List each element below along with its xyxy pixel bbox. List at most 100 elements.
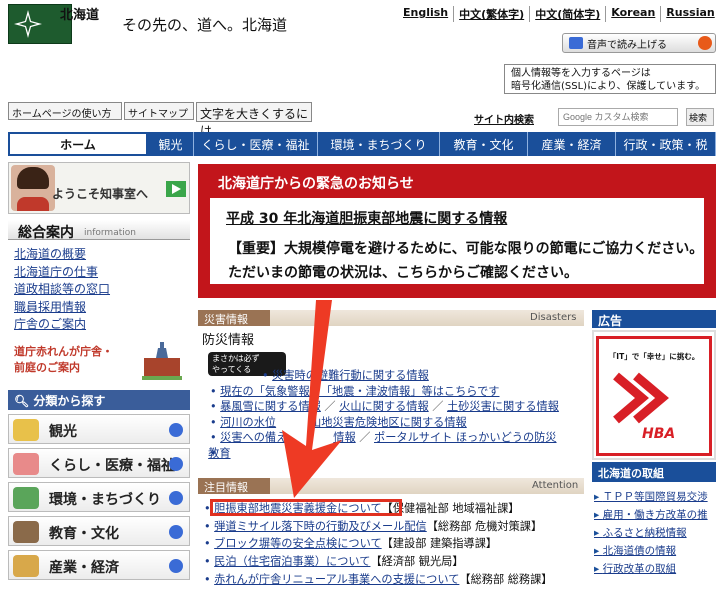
lang-russian[interactable]: Russian bbox=[660, 6, 719, 22]
disaster-en-label: Disasters bbox=[530, 312, 577, 323]
nav-industry[interactable]: 産業・経済 bbox=[528, 132, 616, 156]
lang-zh-tw[interactable]: 中文(繁体字) bbox=[453, 6, 529, 22]
ad-header: 広告 bbox=[592, 310, 716, 328]
lang-zh-cn[interactable]: 中文(简体字) bbox=[529, 6, 605, 22]
main-nav: ホーム 観光 くらし・医療・福祉 環境・まちづくり 教育・文化 産業・経済 行政… bbox=[8, 132, 716, 156]
attention-en-label: Attention bbox=[532, 480, 579, 491]
ad-tagline: 「IT」で「幸せ」に挑む。 bbox=[608, 352, 700, 361]
general-info-title: 総合案内 bbox=[18, 225, 74, 241]
red-brick-banner-line1: 道庁赤れんが庁舎・ bbox=[14, 345, 113, 358]
furusato-tax-link[interactable]: ふるさと納税情報 bbox=[594, 524, 718, 542]
general-info-links: 北海道の概要 北海道庁の仕事 道政相談等の窓口 職員採用情報 庁舎のご案内 bbox=[14, 246, 110, 334]
category-search-title: 分類から探す bbox=[33, 394, 106, 408]
link-consultation[interactable]: 道政相談等の窓口 bbox=[14, 281, 110, 299]
category-search-header: 🔍︎ 分類から探す bbox=[8, 390, 190, 410]
nav-environment[interactable]: 環境・まちづくり bbox=[318, 132, 440, 156]
red-brick-banner-text: 道庁赤れんが庁舎・ 前庭のご案内 bbox=[14, 344, 113, 376]
general-info-subtitle: information bbox=[84, 228, 136, 238]
chevron-right-icon bbox=[169, 525, 183, 539]
dept-label: 【経済部 観光局】 bbox=[370, 555, 464, 569]
read-aloud-button[interactable]: 音声で読み上げる bbox=[562, 33, 716, 53]
chevron-right-icon bbox=[169, 559, 183, 573]
dept-label: 【総務部 危機対策課】 bbox=[426, 519, 543, 533]
site-search-label: サイト内検索 bbox=[474, 115, 534, 126]
lang-korean[interactable]: Korean bbox=[605, 6, 660, 22]
missile-link[interactable]: 弾道ミサイル落下時の行動及びメール配信 bbox=[214, 520, 427, 533]
ssl-notice-line1: 個人情報等を入力するページは bbox=[511, 68, 651, 79]
red-brick-building-icon bbox=[142, 342, 182, 380]
link-recruitment[interactable]: 職員採用情報 bbox=[14, 299, 110, 317]
search-button[interactable]: 検索 bbox=[686, 108, 714, 126]
tourism-icon bbox=[13, 419, 39, 441]
earthquake-info-link[interactable]: 平成 30 年北海道胆振東部地震に関する情報 bbox=[226, 208, 507, 228]
dept-label: 【保健福祉部 地域福祉課】 bbox=[381, 502, 520, 515]
site-name: 北海道 bbox=[60, 8, 100, 23]
initiatives-header: 北海道の取組 bbox=[592, 462, 716, 482]
category-education[interactable]: 教育・文化 bbox=[8, 516, 190, 546]
nav-tourism[interactable]: 観光 bbox=[148, 132, 194, 156]
initiatives-list: ＴＰＰ等国際貿易交渉 雇用・働き方改革の推 ふるさと納税情報 北海道債の情報 行… bbox=[594, 488, 718, 578]
power-saving-notice[interactable]: 【重要】大規模停電を避けるために、可能な限りの節電にご協力ください。 bbox=[228, 238, 703, 258]
tree-icon bbox=[13, 487, 39, 509]
category-industry[interactable]: 産業・経済 bbox=[8, 550, 190, 580]
play-arrow-icon bbox=[166, 181, 186, 197]
admin-reform-link[interactable]: 行政改革の取組 bbox=[594, 560, 718, 578]
list-item: 赤れんが庁舎リニューアル事業への支援について【総務部 総務課】 bbox=[204, 571, 584, 589]
hba-logo-text: HBA bbox=[642, 426, 676, 442]
bosai-portal-link-cont[interactable]: 教育 bbox=[208, 447, 230, 460]
governor-portrait bbox=[11, 165, 55, 211]
tagline: その先の、道へ。北海道 bbox=[122, 16, 288, 34]
category-label: 産業・経済 bbox=[49, 560, 119, 576]
nav-administration[interactable]: 行政・政策・税 bbox=[616, 132, 716, 156]
nav-education[interactable]: 教育・文化 bbox=[440, 132, 528, 156]
dept-label: 【建設部 建築指導課】 bbox=[381, 537, 498, 551]
bosai-portal-link[interactable]: ポータルサイト ほっかいどうの防災 bbox=[374, 431, 557, 444]
industry-icon bbox=[13, 555, 39, 577]
chevron-right-icon bbox=[169, 423, 183, 437]
text-size-button[interactable]: 文字を大きくするには bbox=[196, 102, 312, 138]
read-aloud-label: 音声で読み上げる bbox=[587, 39, 667, 51]
category-label: くらし・医療・福祉 bbox=[49, 458, 175, 474]
disaster-prevention-title: 防災情報 bbox=[202, 333, 255, 348]
renewal-link[interactable]: 赤れんが庁舎リニューアル事業への支援について bbox=[214, 573, 459, 586]
sitemap-button[interactable]: サイトマップ bbox=[124, 102, 194, 120]
employment-reform-link[interactable]: 雇用・働き方改革の推 bbox=[594, 506, 718, 524]
category-label: 環境・まちづくり bbox=[49, 492, 161, 508]
block-wall-link[interactable]: ブロック塀等の安全点検について bbox=[214, 537, 381, 550]
list-item: 弾道ミサイル落下時の行動及びメール配信【総務部 危機対策課】 bbox=[204, 518, 584, 536]
nav-home[interactable]: ホーム bbox=[8, 132, 148, 156]
speaker-icon bbox=[569, 37, 583, 49]
chevron-right-icon bbox=[169, 491, 183, 505]
category-living[interactable]: くらし・医療・福祉 bbox=[8, 448, 190, 478]
emergency-title: 北海道庁からの緊急のお知らせ bbox=[218, 176, 414, 192]
lang-english[interactable]: English bbox=[398, 6, 453, 22]
ssl-notice: 個人情報等を入力するページは 暗号化通信(SSL)により、保護しています。 bbox=[504, 64, 716, 94]
nav-living[interactable]: くらし・医療・福祉 bbox=[194, 132, 318, 156]
ssl-notice-line2: 暗号化通信(SSL)により、保護しています。 bbox=[511, 81, 706, 92]
minpaku-link[interactable]: 民泊（住宅宿泊事業）について bbox=[214, 555, 370, 568]
red-brick-banner-line2: 前庭のご案内 bbox=[14, 361, 80, 374]
logo-star-icon bbox=[14, 10, 42, 38]
list-item: ブロック塀等の安全点検について【建設部 建築指導課】 bbox=[204, 535, 584, 553]
landslide-info-link[interactable]: 土砂災害に関する情報 bbox=[447, 400, 559, 413]
category-label: 教育・文化 bbox=[49, 526, 119, 542]
link-work[interactable]: 北海道庁の仕事 bbox=[14, 264, 110, 282]
chevron-right-icon bbox=[169, 457, 183, 471]
search-input[interactable] bbox=[558, 108, 678, 126]
dept-label: 【総務部 総務課】 bbox=[459, 572, 553, 586]
category-environment[interactable]: 環境・まちづくり bbox=[8, 482, 190, 512]
list-item: 民泊（住宅宿泊事業）について【経済部 観光局】 bbox=[204, 553, 584, 571]
tpp-link[interactable]: ＴＰＰ等国際貿易交渉 bbox=[594, 488, 718, 506]
bonds-link[interactable]: 北海道債の情報 bbox=[594, 542, 718, 560]
welcome-label: ようこそ知事室へ bbox=[52, 187, 149, 201]
highlight-box bbox=[210, 499, 402, 516]
link-overview[interactable]: 北海道の概要 bbox=[14, 246, 110, 264]
language-bar: English 中文(繁体字) 中文(简体字) Korean Russian bbox=[398, 6, 720, 22]
category-tourism[interactable]: 観光 bbox=[8, 414, 190, 444]
help-button[interactable]: ホームページの使い方 bbox=[8, 102, 122, 120]
link-building[interactable]: 庁舎のご案内 bbox=[14, 316, 110, 334]
category-label: 観光 bbox=[49, 424, 77, 440]
power-status-notice[interactable]: ただいまの節電の状況は、こちらからご確認ください。 bbox=[228, 262, 578, 282]
living-icon bbox=[13, 453, 39, 475]
big-down-arrow-icon bbox=[282, 300, 342, 498]
